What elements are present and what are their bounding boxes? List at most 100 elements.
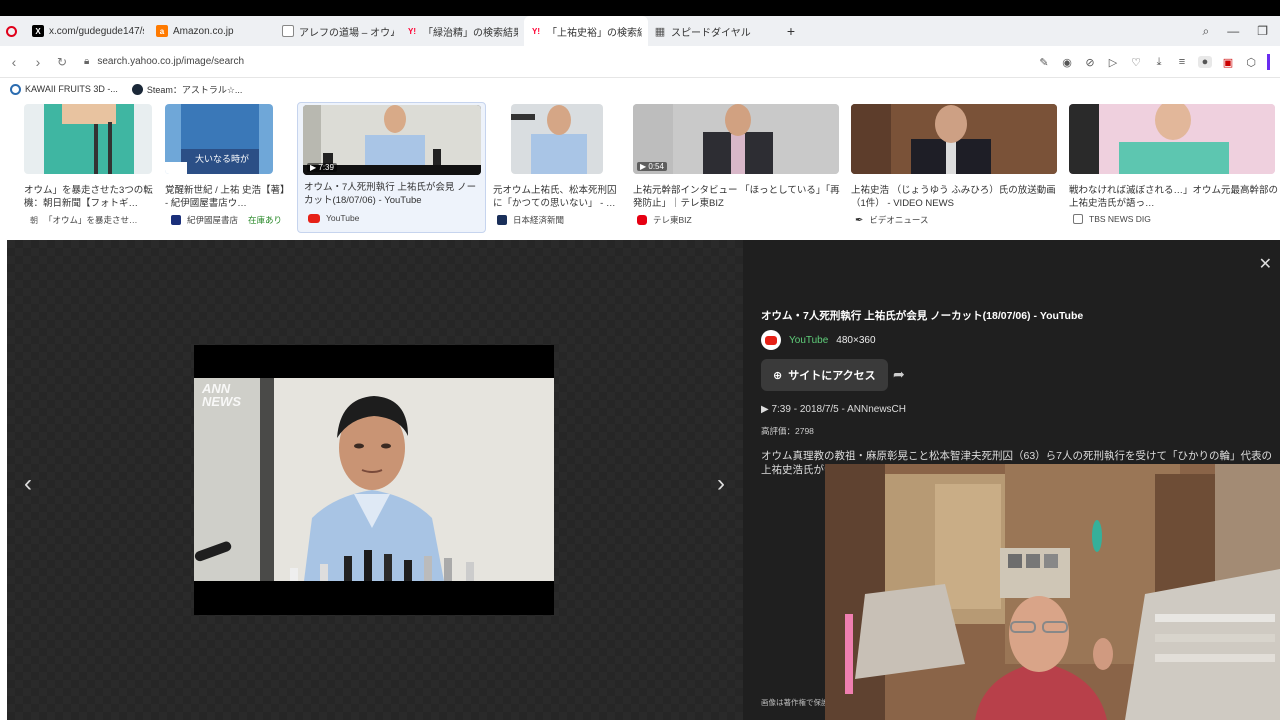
tab-label: スピードダイヤル [671, 27, 751, 39]
tab-label: 「緑治精」の検索結果 - Yah [423, 27, 518, 39]
new-tab-button[interactable]: + [782, 22, 800, 40]
result-card-3[interactable]: 元オウム上祐氏、松本死刑囚に「かつての思いない」 - … 日本経済新聞 [493, 104, 625, 232]
detail-source-row: YouTube 480×360 [761, 330, 876, 350]
lock-icon: 🔒︎ [84, 56, 90, 67]
source-favicon-icon [497, 215, 507, 225]
tab-3[interactable]: Y! 「緑治精」の検索結果 - Yah [400, 16, 524, 46]
image-size: 480×360 [836, 334, 876, 346]
svg-text:大いなる時が: 大いなる時が [195, 153, 249, 165]
youtube-icon [308, 213, 320, 223]
result-card-0[interactable]: オウム」を暴走させた3つの転機：朝日新聞【フォトギ… 朝 「オウム」を暴走させ… [24, 104, 156, 232]
source-favicon-icon [1073, 214, 1083, 224]
globe-icon: ⊕ [773, 369, 783, 382]
result-thumbnail[interactable] [1069, 104, 1275, 174]
detail-title[interactable]: オウム・7人死刑執行 上祐氏が会見 ノーカット(18/07/06) - YouT… [761, 308, 1083, 323]
steam-icon [131, 83, 143, 95]
tab-0[interactable]: X x.com/gudegude147/stat [26, 16, 150, 46]
amazon-icon: a [156, 25, 168, 37]
screen-top-edge [0, 0, 1280, 16]
result-source[interactable]: ✒︎ ビデオニュース [855, 214, 928, 226]
source-favicon-icon [171, 215, 181, 225]
source-label: 日本経済新聞 [513, 215, 565, 225]
shield-icon[interactable]: ⊘ [1083, 56, 1097, 69]
tab-1[interactable]: a Amazon.co.jp [150, 16, 276, 46]
bookmark-label: Steam：アストラル☆... [146, 84, 243, 95]
easy-setup-icon[interactable]: ≡ [1175, 56, 1189, 68]
sidebar-indicator [1267, 54, 1270, 70]
result-title[interactable]: オウム」を暴走させた3つの転機：朝日新聞【フォトギ… [24, 184, 156, 210]
result-thumbnail[interactable]: ▶ 0:54 [633, 104, 839, 174]
result-title[interactable]: 覚醒新世紀 / 上祐 史浩【著】 - 紀伊國屋書店ウ… [165, 184, 295, 210]
result-card-5[interactable]: 上祐史浩 （じょうゆう ふみひろ）氏の放送動画（1件） - VIDEO NEWS… [851, 104, 1063, 232]
page-icon [282, 25, 294, 37]
share-icon[interactable]: ➦ [893, 366, 905, 383]
result-source[interactable]: 朝 「オウム」を暴走させ… [30, 214, 138, 226]
result-source[interactable]: 紀伊國屋書店 在庫あり [171, 214, 282, 226]
result-thumbnail[interactable] [511, 104, 603, 174]
bookmark-0[interactable]: KAWAII FRUITS 3D -... [10, 83, 118, 95]
source-favicon-icon: 朝 [30, 215, 38, 225]
result-source[interactable]: TBS NEWS DIG [1073, 214, 1151, 224]
back-button[interactable]: ‹ [2, 54, 26, 70]
tab-bar: X x.com/gudegude147/stat a Amazon.co.jp … [0, 16, 1280, 46]
tab-2[interactable]: アレフの道場 – オウム真理教 [276, 16, 400, 46]
source-label: YouTube [326, 213, 360, 223]
result-card-1[interactable]: 大いなる時が 覚醒新世紀 / 上祐 史浩【著】 - 紀伊國屋書店ウ… 紀伊國屋書… [165, 104, 295, 232]
result-thumbnail[interactable]: ▶ 7:39 [303, 105, 481, 175]
download-icon[interactable]: ⤓ [1152, 56, 1166, 69]
result-source[interactable]: YouTube [308, 213, 359, 223]
edit-icon[interactable]: ✎ [1037, 56, 1051, 69]
play-icon[interactable]: ▷ [1106, 56, 1120, 69]
preview-image[interactable]: ANN NEWS [194, 345, 554, 615]
extension-icon[interactable]: ▣ [1221, 56, 1235, 69]
tab-label: 「上祐史裕」の検索結果 - Y [547, 27, 642, 39]
profile-icon[interactable]: ● [1198, 56, 1212, 68]
result-title[interactable]: 元オウム上祐氏、松本死刑囚に「かつての思いない」 - … [493, 184, 625, 210]
result-card-2-selected[interactable]: ▶ 7:39 オウム・7人死刑執行 上祐氏が会見 ノーカット(18/07/06)… [297, 102, 486, 233]
yahoo-icon: Y! [408, 26, 416, 36]
url-field[interactable]: 🔒︎ search.yahoo.co.jp/image/search [84, 56, 244, 67]
result-source[interactable]: 日本経済新聞 [497, 214, 564, 226]
restore-button[interactable]: ❐ [1257, 24, 1268, 38]
forward-button[interactable]: › [26, 54, 50, 70]
webcam-overlay [825, 464, 1280, 720]
opera-menu-button[interactable] [0, 16, 26, 46]
result-title[interactable]: オウム・7人死刑執行 上祐氏が会見 ノーカット(18/07/06) - YouT… [304, 181, 481, 207]
result-source[interactable]: テレ東BIZ [637, 214, 692, 226]
next-image-button[interactable]: › [704, 460, 738, 508]
reload-button[interactable]: ↻ [50, 55, 74, 69]
prev-image-button[interactable]: ‹ [11, 460, 45, 508]
video-meta: ▶ 7:39 ‐ 2018/7/5 ‐ ANNnewsCH [761, 404, 906, 415]
result-title[interactable]: 上祐元幹部インタビュー 「ほっとしている」「再発防止」｜テレ東BIZ [633, 184, 843, 210]
tab-5[interactable]: ▦ スピードダイヤル [648, 16, 778, 46]
bookmark-1[interactable]: Steam：アストラル☆... [131, 83, 243, 96]
tab-label: Amazon.co.jp [173, 25, 234, 37]
minimize-button[interactable]: — [1227, 24, 1239, 38]
preview-frame: ANN NEWS [194, 378, 554, 581]
result-thumbnail[interactable] [851, 104, 1057, 174]
result-thumbnail[interactable] [24, 104, 152, 174]
result-card-4[interactable]: ▶ 0:54 上祐元幹部インタビュー 「ほっとしている」「再発防止」｜テレ東BI… [633, 104, 843, 232]
camera-icon[interactable]: ◉ [1060, 56, 1074, 69]
tab-4[interactable]: Y! 「上祐史裕」の検索結果 - Y [524, 16, 648, 46]
bookmark-favicon-icon [10, 83, 21, 95]
tab-label: x.com/gudegude147/stat [49, 25, 144, 37]
source-label: 紀伊國屋書店 [187, 215, 239, 225]
detail-source[interactable]: YouTube [789, 335, 828, 346]
result-thumbnail[interactable]: 大いなる時が [165, 104, 273, 174]
tab-search-icon[interactable]: ⌕ [1203, 24, 1210, 39]
result-title[interactable]: 上祐史浩 （じょうゆう ふみひろ）氏の放送動画（1件） - VIDEO NEWS [851, 184, 1063, 210]
source-label: 「オウム」を暴走させ… [44, 215, 138, 225]
cube-icon[interactable]: ⬡ [1244, 56, 1258, 69]
yahoo-icon: Y! [532, 26, 540, 36]
close-icon[interactable]: ✕ [1259, 254, 1272, 274]
stock-badge: 在庫あり [248, 215, 283, 225]
visit-site-button[interactable]: ⊕ サイトにアクセス [761, 359, 888, 391]
result-card-6[interactable]: 戦わなければ滅ぼされる…」オウム元最高幹部の上祐史浩氏が語っ… TBS NEWS… [1069, 104, 1280, 232]
heart-icon[interactable]: ♡ [1129, 56, 1143, 69]
grid-icon: ▦ [654, 25, 666, 38]
result-title[interactable]: 戦わなければ滅ぼされる…」オウム元最高幹部の上祐史浩氏が語っ… [1069, 184, 1280, 210]
duration-badge: ▶ 0:54 [637, 162, 667, 171]
address-bar: ‹ › ↻ 🔒︎ search.yahoo.co.jp/image/search… [0, 46, 1280, 78]
ann-news-logo: ANN NEWS [202, 381, 241, 409]
